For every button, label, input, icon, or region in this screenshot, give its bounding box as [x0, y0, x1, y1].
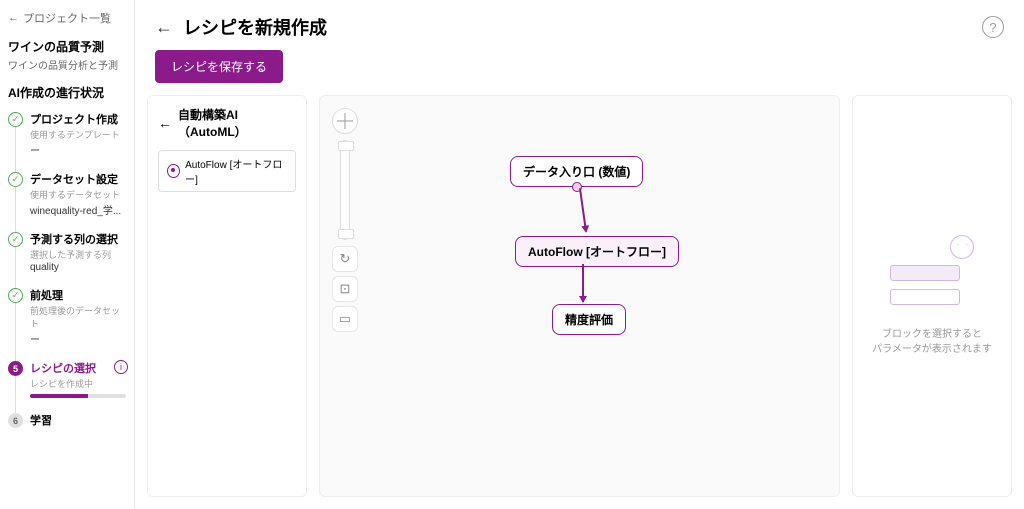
block-label: AutoFlow [オートフロー] — [185, 156, 287, 186]
arrow-left-icon[interactable]: ← — [158, 115, 172, 131]
step-label: プロジェクト作成 — [30, 111, 126, 127]
step-target-column[interactable]: ✓ 予測する列の選択 選択した予測する列 quality — [8, 231, 126, 273]
step-desc: レシピを作成中 — [30, 377, 126, 390]
step-label: レシピの選択 — [30, 360, 126, 376]
edge — [579, 188, 587, 232]
edge — [582, 264, 584, 302]
step-train[interactable]: 6 学習 — [8, 412, 126, 428]
step-val: ー — [30, 331, 126, 346]
arrow-left-icon: ← — [8, 12, 19, 24]
check-icon: ✓ — [8, 232, 23, 247]
info-icon[interactable]: i — [114, 360, 128, 374]
project-subtitle: ワインの品質分析と予測 — [8, 57, 126, 72]
node-data-input[interactable]: データ入り口 (数値) — [510, 156, 643, 187]
params-panel: ブロックを選択すると パラメータが表示されます — [852, 95, 1012, 497]
steps-list: ✓ プロジェクト作成 使用するテンプレート ー ✓ データセット設定 使用するデ… — [8, 111, 126, 428]
step-val: quality — [30, 262, 126, 273]
step-desc: 前処理後のデータセット — [30, 304, 126, 330]
check-icon: ✓ — [8, 112, 23, 127]
back-label: プロジェクト一覧 — [23, 10, 111, 26]
project-title: ワインの品質予測 — [8, 38, 126, 55]
step-label: 学習 — [30, 412, 126, 428]
node-evaluation[interactable]: 精度評価 — [552, 304, 626, 335]
step-desc: 使用するテンプレート — [30, 128, 126, 141]
fit-view-icon[interactable]: ⊡ — [332, 276, 358, 302]
step-desc: 選択した予測する列 — [30, 248, 126, 261]
hint-line1: ブロックを選択すると — [872, 327, 992, 342]
pan-control[interactable] — [332, 108, 358, 134]
placeholder-illustration — [882, 235, 982, 315]
check-icon: ✓ — [8, 172, 23, 187]
block-autoflow[interactable]: AutoFlow [オートフロー] — [158, 150, 296, 192]
step-recipe[interactable]: 5 i レシピの選択 レシピを作成中 — [8, 360, 126, 398]
step-label: 前処理 — [30, 287, 126, 303]
step-number-icon: 6 — [8, 413, 23, 428]
help-icon[interactable]: ? — [982, 16, 1004, 38]
select-icon[interactable]: ▭ — [332, 306, 358, 332]
step-dataset[interactable]: ✓ データセット設定 使用するデータセット winequality-red_学.… — [8, 171, 126, 217]
hint-line2: パラメータが表示されます — [872, 342, 992, 357]
refresh-icon[interactable]: ↻ — [332, 246, 358, 272]
arrow-left-icon[interactable]: ← — [155, 17, 173, 38]
step-label: データセット設定 — [30, 171, 126, 187]
check-icon: ✓ — [8, 288, 23, 303]
step-project-create[interactable]: ✓ プロジェクト作成 使用するテンプレート ー — [8, 111, 126, 157]
progress-title: AI作成の進行状況 — [8, 84, 126, 101]
step-number-icon: 5 — [8, 361, 23, 376]
step-preprocess[interactable]: ✓ 前処理 前処理後のデータセット ー — [8, 287, 126, 346]
back-to-projects[interactable]: ← プロジェクト一覧 — [8, 10, 126, 26]
zoom-slider[interactable] — [340, 140, 350, 240]
autoflow-icon — [167, 164, 180, 178]
step-val: ー — [30, 142, 126, 157]
progress-bar — [30, 394, 126, 398]
save-recipe-button[interactable]: レシピを保存する — [155, 50, 283, 83]
step-label: 予測する列の選択 — [30, 231, 126, 247]
step-desc: 使用するデータセット — [30, 188, 126, 201]
page-title: レシピを新規作成 — [183, 14, 972, 40]
block-palette: ← 自動構築AI（AutoML） AutoFlow [オートフロー] — [147, 95, 307, 497]
step-val: winequality-red_学... — [30, 202, 126, 217]
node-autoflow[interactable]: AutoFlow [オートフロー] — [515, 236, 679, 267]
recipe-canvas[interactable]: ↻ ⊡ ▭ データ入り口 (数値) AutoFlow [オートフロー] 精度評価 — [319, 95, 840, 497]
palette-title: 自動構築AI（AutoML） — [178, 106, 296, 140]
